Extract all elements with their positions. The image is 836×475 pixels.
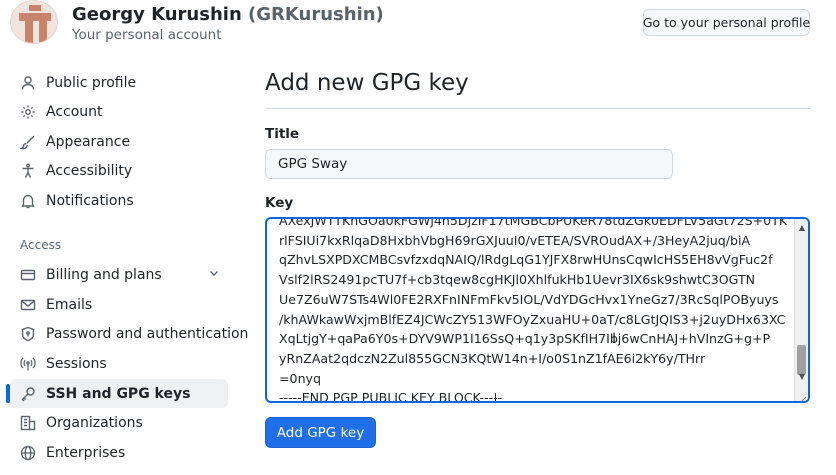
- scroll-down-arrow-icon[interactable]: ▼: [795, 369, 808, 383]
- sidebar-item-label: Account: [46, 103, 103, 120]
- shield-lock-icon: [20, 326, 36, 342]
- key-line: -----END PGP PUBLIC KEY BLOCK-----: [279, 390, 503, 403]
- sidebar-item-label: Emails: [46, 296, 93, 313]
- text-caret: [495, 393, 496, 401]
- key-line: rlFSIUi7kxRlqaD8HxbhVbgH69rGXJuuI0/vETEA…: [279, 232, 751, 248]
- sidebar-item-sessions[interactable]: Sessions: [10, 349, 228, 378]
- sidebar-item-label: Sessions: [46, 355, 107, 372]
- gear-icon: [20, 104, 36, 120]
- chevron-down-icon[interactable]: [208, 267, 220, 283]
- broadcast-icon: [20, 356, 36, 372]
- sidebar-item-label: Password and authentication: [46, 325, 249, 342]
- avatar: [10, 0, 58, 44]
- sidebar-item-label: Organizations: [46, 414, 143, 431]
- add-gpg-key-button[interactable]: Add GPG key: [265, 417, 376, 448]
- go-to-profile-button[interactable]: Go to your personal profile: [643, 9, 810, 36]
- sidebar-item-label: Public profile: [46, 74, 137, 91]
- sidebar-heading-access: Access: [20, 238, 62, 252]
- sidebar-item-appearance[interactable]: Appearance: [10, 127, 228, 156]
- paintbrush-icon: [20, 134, 36, 150]
- textarea-scrollbar[interactable]: ▲ ▼: [794, 219, 808, 401]
- bell-icon: [20, 193, 36, 209]
- sidebar-item-label: SSH and GPG keys: [46, 385, 191, 402]
- key-text: AXexJWTTKnGOa0kFGWj4n5DjzIF17tMGBCbPUKeR…: [279, 217, 789, 403]
- key-line: qZhvLSXPDXCMBCsvfzxdqNAIQ/lRdgLqG1YJFX8r…: [279, 252, 773, 268]
- mail-icon: [20, 297, 36, 313]
- sidebar-item-password[interactable]: Password and authentication: [10, 319, 248, 348]
- person-icon: [20, 75, 36, 91]
- page-title: Add new GPG key: [265, 70, 469, 96]
- organization-icon: [20, 415, 36, 431]
- account-subtitle: Your personal account: [72, 27, 222, 43]
- key-line: Vslf2lRS2491pcTU7f+cb3tqew8cgHKJl0Xhlfuk…: [279, 272, 756, 288]
- user-name: Georgy Kurushin (GRKurushin): [72, 4, 384, 25]
- sidebar-item-label: Billing and plans: [46, 266, 162, 283]
- divider: [265, 108, 810, 109]
- scroll-up-arrow-icon[interactable]: ▲: [795, 220, 808, 234]
- sidebar-item-organizations[interactable]: Organizations: [10, 408, 228, 437]
- title-input[interactable]: GPG Sway: [265, 149, 673, 179]
- title-label: Title: [265, 126, 300, 142]
- display-name: Georgy Kurushin: [72, 4, 242, 25]
- key-icon: [20, 386, 36, 402]
- user-handle: (GRKurushin): [248, 4, 384, 25]
- accessibility-icon: [20, 163, 36, 179]
- ibeam-cursor-icon: I: [612, 331, 617, 347]
- sidebar-item-emails[interactable]: Emails: [10, 290, 228, 319]
- sidebar-item-label: Accessibility: [46, 162, 133, 179]
- sidebar-item-account[interactable]: Account: [10, 97, 228, 126]
- sidebar-item-billing[interactable]: Billing and plans: [10, 260, 228, 289]
- key-line: AXexJWTTKnGOa0kFGWj4n5DjzIF17tMGBCbPUKeR…: [279, 217, 788, 228]
- credit-card-icon: [20, 267, 36, 283]
- sidebar-item-label: Enterprises: [46, 444, 126, 461]
- key-label: Key: [265, 195, 294, 211]
- sidebar-item-public-profile[interactable]: Public profile: [10, 68, 228, 97]
- sidebar-item-accessibility[interactable]: Accessibility: [10, 156, 228, 185]
- key-line: /khAWkawWxjmBlfEZ4JCWcZY513WFOyZxuaHU+0a…: [279, 311, 786, 327]
- key-line: XqLtjgY+qaPa6Y0s+DYV9WP1I16SsQ+q1y3pSKfI…: [279, 331, 771, 347]
- key-textarea[interactable]: AXexJWTTKnGOa0kFGWj4n5DjzIF17tMGBCbPUKeR…: [265, 217, 810, 403]
- sidebar-item-enterprises[interactable]: Enterprises: [10, 438, 228, 467]
- sidebar-item-notifications[interactable]: Notifications: [10, 186, 228, 215]
- sidebar-item-label: Appearance: [46, 133, 131, 150]
- resize-grip-icon[interactable]: [797, 390, 807, 401]
- key-line: Ue7Z6uW7STs4Wl0FE2RXFnINFmFkv5IOL/VdYDGc…: [279, 291, 779, 307]
- globe-icon: [20, 445, 36, 461]
- key-line: yRnZAat2qdczN2Zul855GCN3KQtW14n+I/o0S1nZ…: [279, 350, 706, 366]
- key-line: =0nyq: [279, 370, 321, 386]
- sidebar-item-label: Notifications: [46, 192, 134, 209]
- sidebar-item-ssh-gpg-keys[interactable]: SSH and GPG keys: [6, 379, 228, 408]
